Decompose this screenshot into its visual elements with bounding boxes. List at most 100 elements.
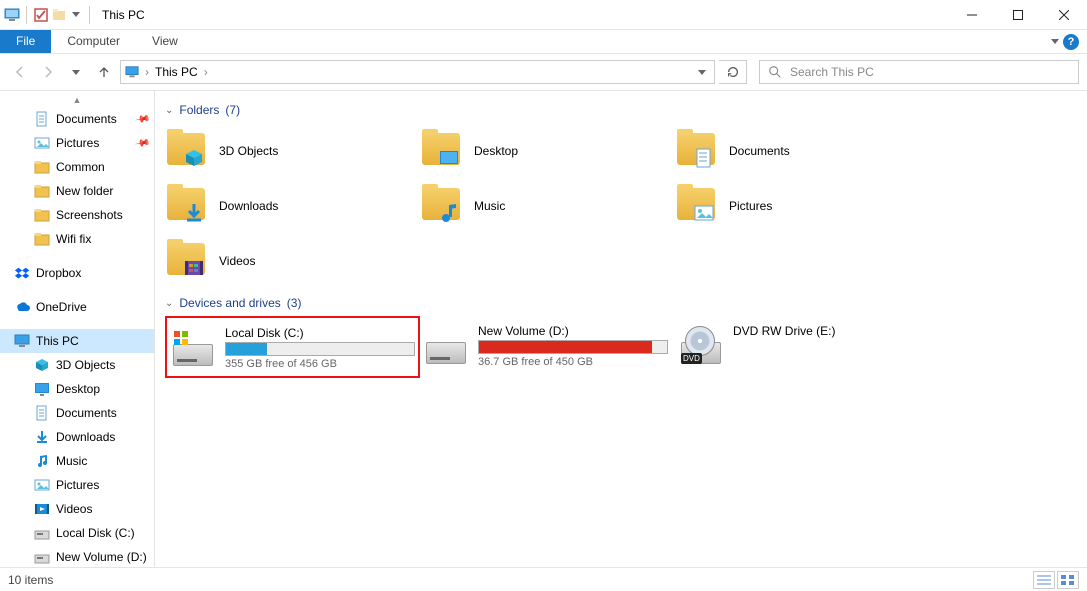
thispc-icon [14, 333, 30, 349]
qat-properties-icon[interactable] [33, 7, 49, 23]
chevron-right-icon[interactable]: › [145, 65, 149, 79]
folder-label: Pictures [729, 199, 772, 213]
help-icon[interactable]: ? [1063, 34, 1079, 50]
sidebar-item-label: Pictures [56, 136, 99, 150]
sidebar-item[interactable]: Common [0, 155, 154, 179]
folder-icon [34, 207, 50, 223]
sidebar-item[interactable]: Pictures [0, 473, 154, 497]
sidebar-item-label: Common [56, 160, 105, 174]
thispc-icon [4, 7, 20, 23]
sidebar-item[interactable]: Local Disk (C:) [0, 521, 154, 545]
drive-item[interactable]: Local Disk (C:)355 GB free of 456 GB [165, 316, 420, 378]
sidebar-item[interactable]: Documents 📌 [0, 107, 154, 131]
group-count: (7) [225, 103, 240, 117]
group-header-folders[interactable]: ⌄ Folders (7) [165, 103, 1077, 117]
sidebar-item[interactable]: Wifi fix [0, 227, 154, 251]
folder-icon [420, 184, 464, 228]
refresh-button[interactable] [719, 60, 747, 84]
folder-item[interactable]: Videos [165, 233, 420, 288]
folder-icon [675, 129, 719, 173]
drive-usage-bar [225, 342, 415, 356]
scroll-up-icon[interactable]: ▲ [0, 95, 154, 107]
sidebar-item[interactable]: Videos [0, 497, 154, 521]
chevron-down-icon: ⌄ [165, 105, 173, 116]
folder-label: 3D Objects [219, 144, 278, 158]
close-button[interactable] [1041, 0, 1087, 30]
folder-item[interactable]: Desktop [420, 123, 675, 178]
address-bar[interactable]: › This PC › [120, 60, 715, 84]
nav-back-button[interactable] [8, 60, 32, 84]
search-placeholder: Search This PC [790, 65, 874, 79]
drive-free-text: 36.7 GB free of 450 GB [478, 356, 671, 368]
sidebar-item-label: Wifi fix [56, 232, 91, 246]
maximize-button[interactable] [995, 0, 1041, 30]
sidebar-item[interactable]: Screenshots [0, 203, 154, 227]
folder-icon [420, 129, 464, 173]
sidebar-item-label: New folder [56, 184, 113, 198]
thispc-icon [125, 65, 139, 79]
sidebar-item[interactable]: Music [0, 449, 154, 473]
breadcrumb-segment[interactable]: This PC [155, 65, 198, 79]
qat-newfolder-icon[interactable] [51, 7, 67, 23]
qat-dropdown-icon[interactable] [69, 12, 83, 17]
drive-label: DVD RW Drive (E:) [733, 324, 926, 338]
nav-forward-button[interactable] [36, 60, 60, 84]
folder-item[interactable]: 3D Objects [165, 123, 420, 178]
chevron-right-icon[interactable]: › [204, 65, 208, 79]
group-header-drives[interactable]: ⌄ Devices and drives (3) [165, 296, 1077, 310]
sidebar-item-label: Screenshots [56, 208, 123, 222]
ribbon-expand-icon[interactable] [1051, 39, 1059, 44]
nav-up-button[interactable] [92, 60, 116, 84]
sidebar-item[interactable]: 3D Objects [0, 353, 154, 377]
sidebar-item-label: Dropbox [36, 266, 81, 280]
pic-icon [34, 477, 50, 493]
sidebar-item[interactable]: Pictures📌 [0, 131, 154, 155]
sidebar-item[interactable]: New Volume (D:) [0, 545, 154, 567]
tab-view[interactable]: View [136, 30, 194, 53]
drive-usage-bar [478, 340, 668, 354]
folder-label: Documents [729, 144, 790, 158]
sidebar-item[interactable]: Dropbox [0, 261, 154, 285]
folder-label: Videos [219, 254, 255, 268]
folder-item[interactable]: Pictures [675, 178, 930, 233]
group-title: Folders [179, 103, 219, 117]
sidebar-item-label: Documents [56, 112, 117, 126]
search-box[interactable]: Search This PC [759, 60, 1079, 84]
folder-icon [34, 183, 50, 199]
folder-label: Desktop [474, 144, 518, 158]
video-icon [34, 501, 50, 517]
pic-icon [34, 135, 50, 151]
sidebar-item-label: Videos [56, 502, 92, 516]
view-details-button[interactable] [1033, 571, 1055, 589]
sidebar-item-label: Local Disk (C:) [56, 526, 135, 540]
drive-item[interactable]: New Volume (D:)36.7 GB free of 450 GB [420, 316, 675, 378]
nav-recent-dropdown[interactable] [64, 60, 88, 84]
folder-item[interactable]: Downloads [165, 178, 420, 233]
sidebar-item-label: 3D Objects [56, 358, 115, 372]
sidebar-item[interactable]: Desktop [0, 377, 154, 401]
nav-sidebar[interactable]: ▲ Documents 📌 Pictures📌 Common New folder Scr… [0, 91, 155, 567]
nav-row: › This PC › Search This PC [0, 54, 1087, 90]
sidebar-item[interactable]: Documents [0, 401, 154, 425]
sidebar-item[interactable]: This PC [0, 329, 154, 353]
sidebar-item-label: New Volume (D:) [56, 550, 147, 564]
address-history-dropdown[interactable] [698, 70, 706, 75]
minimize-button[interactable] [949, 0, 995, 30]
tab-computer[interactable]: Computer [51, 30, 136, 53]
group-title: Devices and drives [179, 296, 280, 310]
sidebar-item[interactable]: New folder [0, 179, 154, 203]
folder-item[interactable]: Documents [675, 123, 930, 178]
drive-label: Local Disk (C:) [225, 326, 415, 340]
view-largeicons-button[interactable] [1057, 571, 1079, 589]
content-pane[interactable]: ⌄ Folders (7) 3D Objects Desktop Documents… [155, 91, 1087, 567]
dropbox-icon [14, 265, 30, 281]
tab-file[interactable]: File [0, 30, 51, 53]
sidebar-item[interactable]: OneDrive [0, 295, 154, 319]
dvd-drive-icon: DVD [679, 322, 723, 366]
sidebar-item[interactable]: Downloads [0, 425, 154, 449]
drive-item[interactable]: DVD DVD RW Drive (E:) [675, 316, 930, 378]
folder-item[interactable]: Music [420, 178, 675, 233]
pin-icon: 📌 [134, 111, 151, 127]
sidebar-item-label: Desktop [56, 382, 100, 396]
chevron-down-icon: ⌄ [165, 298, 173, 309]
